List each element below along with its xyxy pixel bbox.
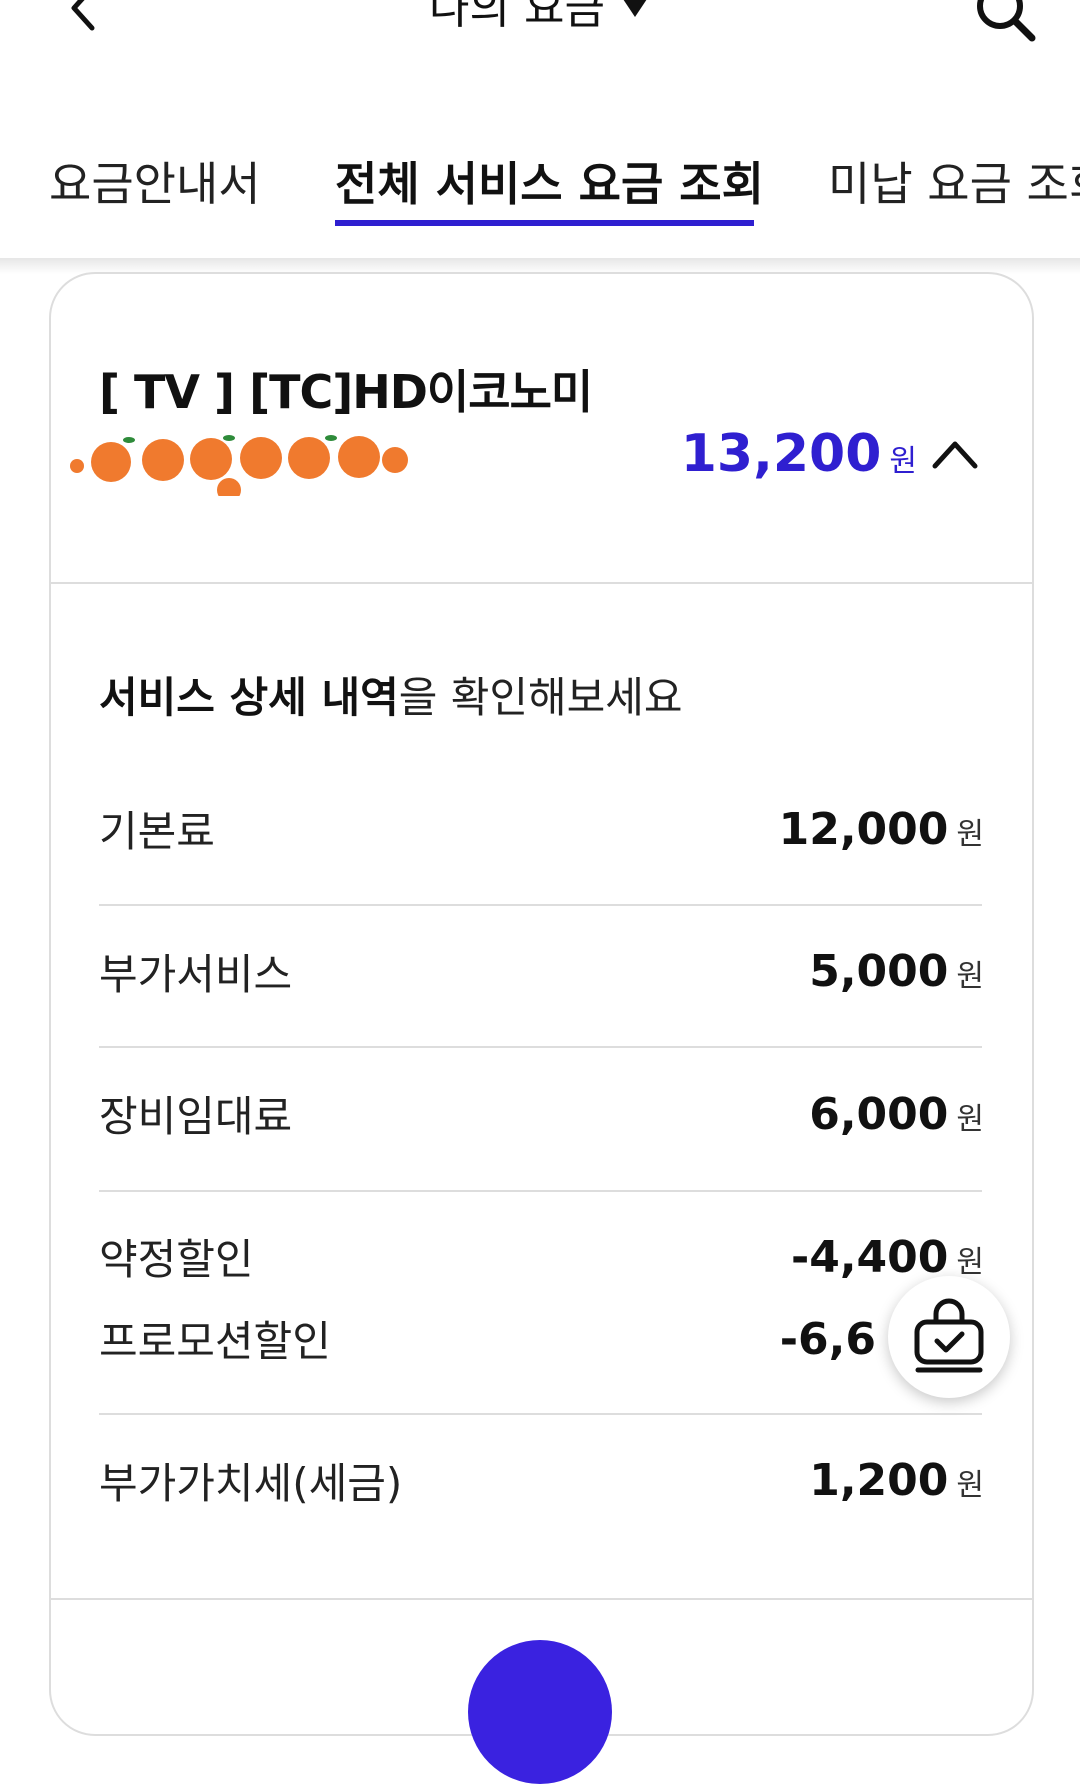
fee-amount-unit: 원 [956, 817, 984, 852]
tab-unpaid-fees[interactable]: 미납 요금 조회 [828, 148, 1080, 214]
masked-account-number [70, 435, 408, 496]
primary-action-button[interactable] [468, 1640, 612, 1784]
tab-all-service-fees[interactable]: 전체 서비스 요금 조회 [335, 148, 764, 214]
total-amount-unit: 원 [889, 444, 917, 479]
fee-amount-value: 1,200 [809, 1455, 949, 1506]
row-divider [99, 904, 982, 906]
search-icon[interactable] [970, 0, 1040, 46]
top-bar: 나의 요금 [0, 0, 1080, 110]
card-bottom-divider [51, 1598, 1032, 1600]
fee-amount-addon: 5,000 원 [809, 946, 984, 997]
service-title: [ TV ] [TC]HD이코노미 [99, 365, 593, 419]
fee-label-addon: 부가서비스 [99, 950, 293, 999]
card-divider [51, 582, 1032, 584]
fee-amount-value: 6,000 [809, 1089, 949, 1140]
details-heading-rest: 을 확인해보세요 [398, 673, 683, 722]
fee-label-promotion-discount: 프로모션할인 [99, 1317, 331, 1366]
fee-amount-value: -4,400 [790, 1232, 949, 1283]
fee-amount-promotion-discount: -6,6 [780, 1314, 884, 1365]
details-heading: 서비스 상세 내역을 확인해보세요 [99, 664, 683, 725]
fee-amount-value: -6,6 [779, 1314, 876, 1365]
fee-amount-vat: 1,200 원 [809, 1455, 984, 1506]
tab-bill-guide[interactable]: 요금안내서 [49, 148, 261, 214]
fee-label-equipment: 장비임대료 [99, 1092, 293, 1141]
service-card: [ TV ] [TC]HD이코노미 13,200 원 서비스 상세 내역을 확인해… [49, 272, 1034, 1736]
service-total-amount: 13,200 원 [681, 424, 917, 484]
tab-bar: 요금안내서 전체 서비스 요금 조회 미납 요금 조회 [0, 130, 1080, 260]
total-amount-value: 13,200 [680, 424, 882, 484]
caret-down-icon [618, 0, 651, 17]
fee-amount-value: 5,000 [809, 946, 949, 997]
fee-label-contract-discount: 약정할인 [99, 1235, 254, 1284]
page-title-dropdown[interactable]: 나의 요금 [0, 0, 1080, 36]
row-divider [99, 1190, 982, 1192]
chevron-up-icon[interactable] [930, 434, 980, 474]
page-title: 나의 요금 [429, 0, 605, 34]
fee-amount-basic: 12,000 원 [779, 804, 984, 855]
row-divider [99, 1046, 982, 1048]
row-divider [99, 1413, 982, 1415]
fee-amount-equipment: 6,000 원 [809, 1089, 984, 1140]
fee-label-vat: 부가가치세(세금) [99, 1459, 403, 1508]
fee-label-basic: 기본료 [99, 807, 215, 856]
details-heading-bold: 서비스 상세 내역 [99, 673, 399, 722]
fee-amount-unit: 원 [956, 1102, 984, 1137]
fee-amount-value: 12,000 [778, 804, 949, 855]
fee-amount-unit: 원 [956, 1468, 984, 1503]
active-tab-indicator [335, 220, 754, 226]
shopping-bag-check-icon [914, 1298, 984, 1373]
floating-shop-button[interactable] [888, 1276, 1010, 1398]
fee-amount-unit: 원 [956, 959, 984, 994]
fee-amount-unit: 원 [956, 1245, 984, 1280]
